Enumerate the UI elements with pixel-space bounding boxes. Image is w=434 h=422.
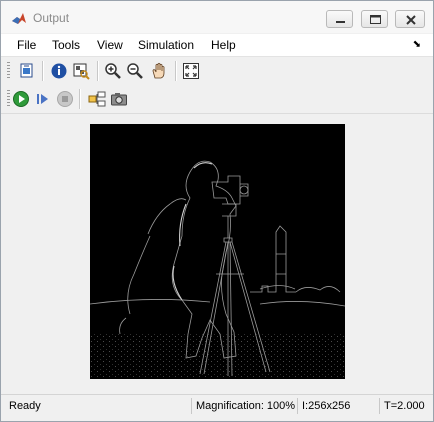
- run-button[interactable]: [11, 89, 31, 109]
- output-image: [89, 124, 346, 379]
- minimize-icon: [336, 21, 345, 23]
- dock-arrow-icon[interactable]: ⬊: [413, 39, 421, 50]
- highlight-block-icon: [88, 91, 106, 107]
- toolbar-separator: [42, 61, 44, 81]
- title-bar: Output: [1, 1, 433, 33]
- toolbar-separator: [79, 89, 81, 109]
- window-title: Output: [33, 11, 70, 25]
- close-button[interactable]: [395, 10, 425, 28]
- toolbar-grip[interactable]: [7, 62, 10, 80]
- menu-file[interactable]: File: [17, 38, 36, 52]
- print-icon: [20, 63, 33, 78]
- step-forward-icon: [37, 94, 48, 104]
- toolbar-view: [1, 57, 433, 86]
- zoom-in-button[interactable]: [103, 61, 123, 81]
- info-icon: [51, 63, 67, 79]
- fit-to-window-button[interactable]: [181, 61, 201, 81]
- status-state: Ready: [9, 400, 41, 412]
- minimize-button[interactable]: [326, 10, 353, 28]
- menu-bar: File Tools View Simulation Help ⬊: [1, 34, 433, 57]
- status-magnification: Magnification: 100%: [191, 398, 295, 414]
- run-icon: [13, 91, 29, 107]
- snapshot-icon: [111, 93, 127, 106]
- step-forward-button[interactable]: [33, 89, 53, 109]
- info-button[interactable]: [49, 61, 69, 81]
- snapshot-button[interactable]: [109, 89, 129, 109]
- output-window: Output File Tools View Simulation Help ⬊: [0, 0, 434, 422]
- menu-help[interactable]: Help: [211, 38, 236, 52]
- stop-icon: [57, 91, 73, 107]
- fit-to-window-icon: [183, 63, 199, 79]
- zoom-out-button[interactable]: [125, 61, 145, 81]
- pan-icon: [152, 62, 165, 79]
- zoom-in-icon: [105, 63, 121, 79]
- maximize-button[interactable]: [361, 10, 388, 28]
- status-sim-time: T=2.000: [379, 398, 429, 414]
- edge-image-graphic: [89, 160, 346, 379]
- toolbar-simulation: [1, 85, 433, 114]
- status-bar: Ready Magnification: 100% I:256x256 T=2.…: [1, 394, 433, 417]
- toolbar-separator: [175, 61, 177, 81]
- matlab-logo-icon: [12, 13, 26, 24]
- menu-simulation[interactable]: Simulation: [138, 38, 194, 52]
- stop-button[interactable]: [55, 89, 75, 109]
- pan-button[interactable]: [149, 61, 169, 81]
- zoom-out-icon: [127, 63, 143, 79]
- status-image-size: I:256x256: [297, 398, 377, 414]
- pixel-region-button[interactable]: [71, 61, 91, 81]
- print-button[interactable]: [17, 61, 37, 81]
- close-icon: [406, 15, 416, 25]
- menu-view[interactable]: View: [97, 38, 123, 52]
- menu-tools[interactable]: Tools: [52, 38, 80, 52]
- maximize-icon: [370, 15, 381, 24]
- toolbar-grip[interactable]: [7, 90, 10, 108]
- highlight-block-button[interactable]: [87, 89, 107, 109]
- toolbar-separator: [97, 61, 99, 81]
- pixel-region-icon: [73, 63, 90, 80]
